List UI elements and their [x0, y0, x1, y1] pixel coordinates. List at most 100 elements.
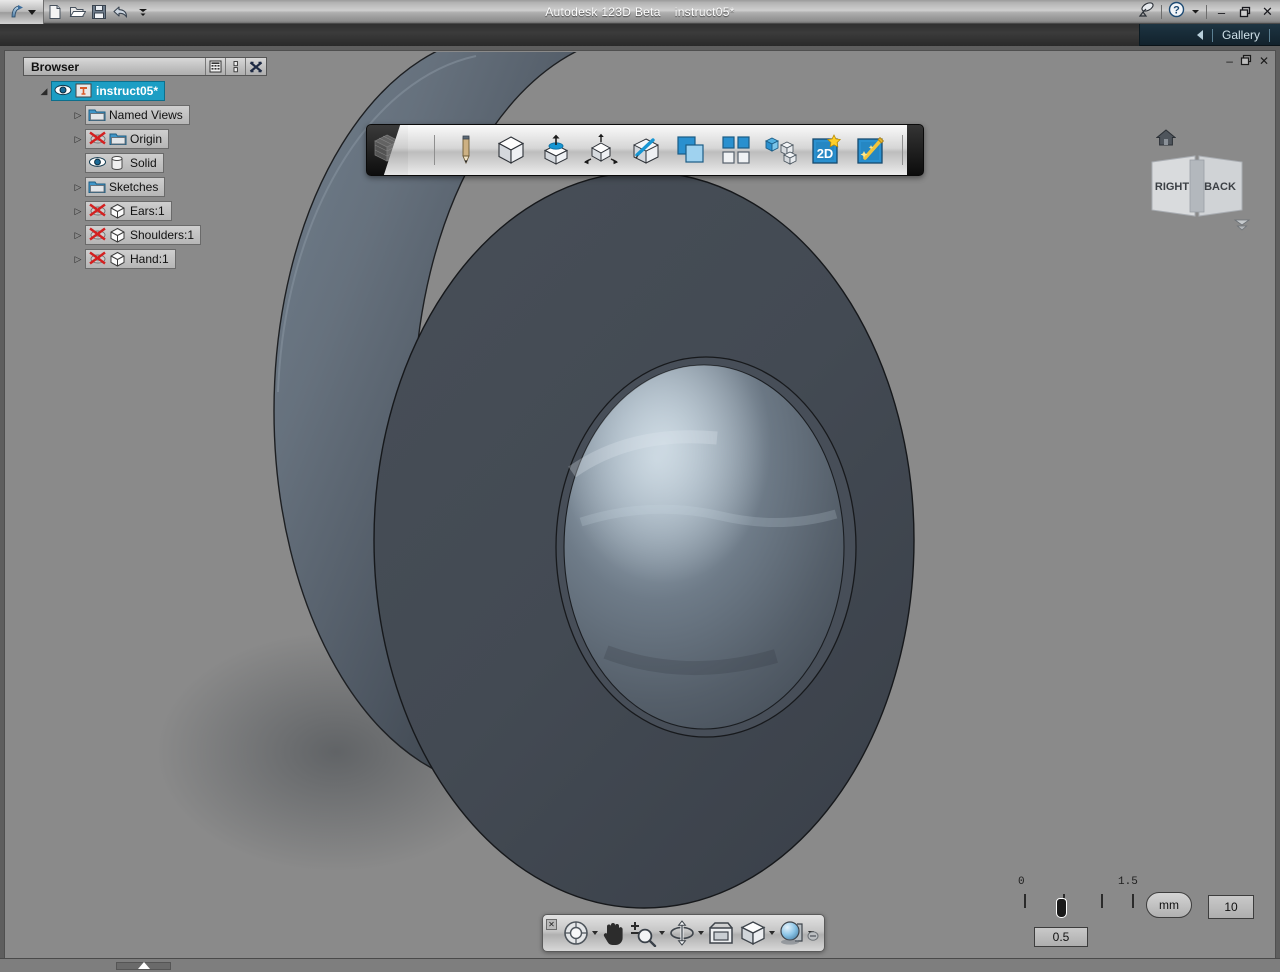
zoom-button[interactable] [628, 918, 665, 948]
folder-icon [88, 179, 106, 195]
nav-close-icon[interactable]: ✕ [546, 919, 557, 930]
viewcube[interactable]: RIGHT BACK [1142, 128, 1252, 238]
model-toolbar-brand[interactable] [367, 125, 408, 175]
tree-node-origin[interactable]: Origin [85, 129, 169, 149]
window-maximize-button[interactable] [1236, 2, 1253, 22]
tree-twisty-named-views[interactable]: ▷ [71, 110, 85, 121]
smart-effects-tool-button[interactable] [853, 131, 889, 169]
sketch-tool-button[interactable] [448, 131, 484, 169]
help-chevron-down-icon[interactable] [1191, 3, 1200, 21]
boolean-squares-icon [675, 134, 707, 166]
scale-tick-4 [1132, 894, 1134, 908]
browser-options-button[interactable] [225, 58, 245, 75]
orbit-button[interactable] [667, 918, 704, 948]
svg-text:?: ? [1173, 4, 1180, 16]
hidden-eye-x-icon[interactable] [88, 131, 106, 147]
extrude-tool-button[interactable] [538, 131, 574, 169]
home-icon[interactable] [1156, 128, 1176, 152]
scale-tick-3 [1101, 894, 1103, 908]
tree-node-named-views[interactable]: Named Views [85, 105, 190, 125]
tree-row-named-views[interactable]: ▷ Named Views [23, 103, 267, 127]
look-at-button[interactable] [706, 918, 736, 948]
title-separator [1161, 5, 1162, 19]
tree-twisty-ears[interactable]: ▷ [71, 206, 85, 217]
broadcast-satellite-dish-icon[interactable] [1138, 2, 1155, 23]
document-restore-button[interactable] [1240, 54, 1252, 68]
customize-quick-access-button[interactable] [132, 0, 154, 24]
nav-resize-grip-icon[interactable] [807, 929, 819, 947]
app-menu-button[interactable] [0, 0, 44, 24]
save-document-button[interactable] [88, 0, 110, 24]
magnifier-plus-icon [628, 919, 658, 947]
window-minimize-button[interactable]: – [1213, 2, 1230, 22]
steering-wheel-caret-down-icon[interactable] [592, 931, 598, 935]
modify-tool-button[interactable] [628, 131, 664, 169]
pan-button[interactable] [600, 918, 626, 948]
pattern-tool-button[interactable] [718, 131, 754, 169]
combine-tool-button[interactable] [673, 131, 709, 169]
scale-tick-label-1_5: 1.5 [1118, 876, 1138, 888]
app-menu-chevron-down-icon[interactable] [28, 10, 36, 15]
gallery-controls: Gallery [1197, 24, 1270, 46]
cube-icon [109, 227, 127, 243]
gallery-caret-left-icon[interactable] [1197, 30, 1203, 40]
tree-label-sketches: Sketches [109, 180, 158, 194]
tree-row-instruct05[interactable]: ◢ [23, 79, 267, 103]
toolbar-divider [434, 135, 435, 165]
orbit-caret-down-icon[interactable] [698, 931, 704, 935]
visual-style-caret-down-icon[interactable] [769, 931, 775, 935]
new-document-button[interactable] [44, 0, 66, 24]
visual-style-button[interactable] [738, 918, 775, 948]
window-close-button[interactable]: ✕ [1259, 2, 1276, 22]
hidden-eye-x-icon[interactable] [88, 251, 106, 267]
steering-wheel-button[interactable] [561, 918, 598, 948]
tree-row-solid[interactable]: Solid [23, 151, 267, 175]
tree-twisty-sketches[interactable]: ▷ [71, 182, 85, 193]
hidden-eye-x-icon[interactable] [88, 203, 106, 219]
browser-filter-button[interactable] [205, 58, 225, 75]
tree-row-sketches[interactable]: ▷ Sketches [23, 175, 267, 199]
tree-row-ears[interactable]: ▷ [23, 199, 267, 223]
scale-unit-selector[interactable]: mm [1146, 892, 1192, 918]
title-bar-actions: ? – ✕ [1138, 0, 1276, 24]
2d-sketch-tool-button[interactable]: 2D [808, 131, 844, 169]
tree-row-hand[interactable]: ▷ [23, 247, 267, 271]
tree-node-solid[interactable]: Solid [85, 153, 164, 173]
tree-row-origin[interactable]: ▷ [23, 127, 267, 151]
document-close-button[interactable]: ✕ [1259, 55, 1269, 67]
panel-resize-handle[interactable] [116, 962, 171, 970]
primitives-tool-button[interactable] [493, 131, 529, 169]
transform-tool-button[interactable] [583, 131, 619, 169]
cube-pencil-icon [629, 133, 663, 167]
scale-slider-handle[interactable] [1056, 898, 1067, 918]
visibility-eye-icon[interactable] [88, 155, 106, 171]
tree-node-hand[interactable]: Hand:1 [85, 249, 176, 269]
zoom-caret-down-icon[interactable] [659, 931, 665, 935]
tree-twisty-hand[interactable]: ▷ [71, 254, 85, 265]
assemble-tool-button[interactable] [763, 131, 799, 169]
browser-close-button[interactable] [245, 58, 265, 75]
visibility-eye-icon[interactable] [54, 83, 72, 99]
magic-wand-icon [855, 134, 887, 166]
tree-node-instruct05[interactable]: instruct05* [51, 81, 165, 101]
tree-node-shoulders[interactable]: Shoulders:1 [85, 225, 201, 245]
help-question-mark-icon[interactable]: ? [1168, 1, 1185, 23]
tree-node-ears[interactable]: Ears:1 [85, 201, 172, 221]
tree-twisty-origin[interactable]: ▷ [71, 134, 85, 145]
tree-node-sketches[interactable]: Sketches [85, 177, 165, 197]
tree-label-solid: Solid [130, 156, 157, 170]
undo-button[interactable] [110, 0, 132, 24]
tree-row-shoulders[interactable]: ▷ [23, 223, 267, 247]
hidden-eye-x-icon[interactable] [88, 227, 106, 243]
tree-twisty-expanded[interactable]: ◢ [37, 86, 51, 97]
document-name: instruct05* [675, 5, 735, 19]
browser-title: Browser [24, 60, 79, 74]
document-minimize-button[interactable]: – [1226, 55, 1233, 67]
open-document-button[interactable] [66, 0, 88, 24]
viewcube-caret-down-icon[interactable] [1232, 217, 1252, 238]
scale-value-field[interactable]: 0.5 [1034, 927, 1088, 947]
zoom-level-field[interactable]: 10 [1208, 895, 1254, 919]
gallery-tab-label[interactable]: Gallery [1222, 28, 1260, 42]
tree-twisty-shoulders[interactable]: ▷ [71, 230, 85, 241]
viewcube-body[interactable]: RIGHT BACK [1150, 154, 1244, 231]
